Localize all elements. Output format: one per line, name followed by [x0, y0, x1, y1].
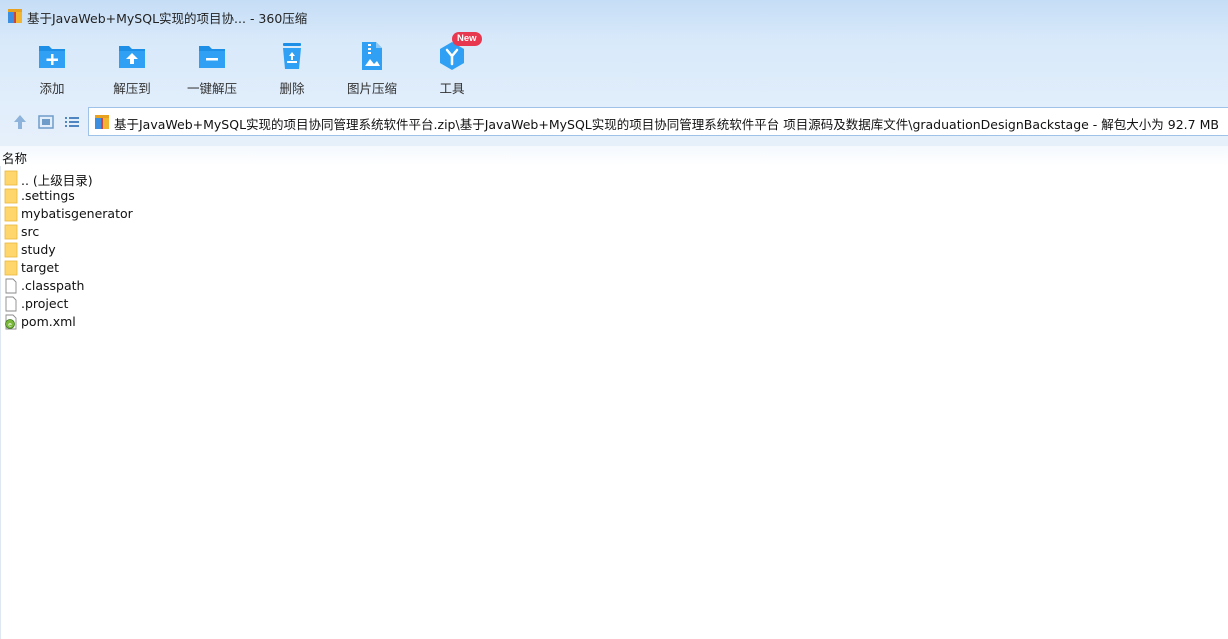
delete-button[interactable]: 删除: [252, 32, 332, 100]
column-header: 名称: [0, 146, 1228, 166]
list-view-icon[interactable]: [63, 113, 81, 131]
extract-to-label: 解压到: [113, 81, 151, 96]
file-icon: [5, 278, 17, 294]
list-item[interactable]: target: [0, 259, 400, 277]
folder-icon: [4, 224, 18, 240]
list-item[interactable]: e pom.xml: [0, 313, 400, 331]
folder-icon: [4, 242, 18, 258]
file-name: .project: [21, 296, 69, 311]
delete-label: 删除: [279, 81, 305, 96]
svg-text:e: e: [8, 322, 12, 329]
extract-to-button[interactable]: 解压到: [92, 32, 172, 100]
title-bar: 基于JavaWeb+MySQL实现的项目协... - 360压缩: [0, 0, 1228, 32]
new-badge: New: [452, 32, 482, 46]
image-compress-button[interactable]: 图片压缩: [332, 32, 412, 100]
extract-folder-icon: [119, 46, 145, 68]
window-title: 基于JavaWeb+MySQL实现的项目协... - 360压缩: [27, 11, 308, 26]
list-item[interactable]: .settings: [0, 187, 400, 205]
file-name: .classpath: [21, 278, 85, 293]
list-item[interactable]: .classpath: [0, 277, 400, 295]
list-item[interactable]: mybatisgenerator: [0, 205, 400, 223]
image-compress-label: 图片压缩: [346, 81, 397, 96]
navigation-row: 基于JavaWeb+MySQL实现的项目协同管理系统软件平台.zip\基于Jav…: [0, 107, 1228, 136]
zip-archive-icon: [95, 115, 109, 129]
list-item[interactable]: study: [0, 241, 400, 259]
file-name: mybatisgenerator: [21, 206, 133, 221]
one-click-extract-label: 一键解压: [186, 81, 237, 96]
list-item[interactable]: .. (上级目录): [0, 169, 400, 188]
add-label: 添加: [39, 81, 65, 96]
list-item[interactable]: .project: [0, 295, 400, 313]
list-item[interactable]: src: [0, 223, 400, 241]
add-folder-icon: [39, 46, 65, 68]
quick-extract-icon: [199, 46, 225, 68]
folder-icon: [4, 206, 18, 222]
file-name: pom.xml: [21, 314, 76, 329]
file-name: study: [21, 242, 56, 257]
up-arrow-icon[interactable]: [11, 113, 29, 131]
one-click-extract-button[interactable]: 一键解压: [172, 32, 252, 100]
archive-app-icon: [8, 9, 22, 23]
file-name: .settings: [21, 188, 75, 203]
folder-icon: [4, 170, 18, 186]
thumbnail-view-icon[interactable]: [37, 113, 55, 131]
folder-icon: [4, 260, 18, 276]
folder-icon: [4, 188, 18, 204]
add-button[interactable]: 添加: [12, 32, 92, 100]
tools-label: 工具: [439, 81, 465, 96]
header-area: 基于JavaWeb+MySQL实现的项目协... - 360压缩 添加 解压到: [0, 0, 1228, 146]
file-name: src: [21, 224, 40, 239]
file-icon: [5, 296, 17, 312]
image-compress-icon: [362, 42, 382, 70]
toolbar: 添加 解压到 一键解压 删除 图片压缩 工具 New: [0, 32, 1228, 104]
column-name-header[interactable]: 名称: [2, 148, 27, 167]
recycle-bin-icon: [283, 43, 301, 69]
xml-file-icon: e: [5, 314, 17, 330]
address-path: 基于JavaWeb+MySQL实现的项目协同管理系统软件平台.zip\基于Jav…: [114, 117, 1219, 132]
address-bar[interactable]: 基于JavaWeb+MySQL实现的项目协同管理系统软件平台.zip\基于Jav…: [88, 107, 1228, 136]
file-name: target: [21, 260, 60, 275]
